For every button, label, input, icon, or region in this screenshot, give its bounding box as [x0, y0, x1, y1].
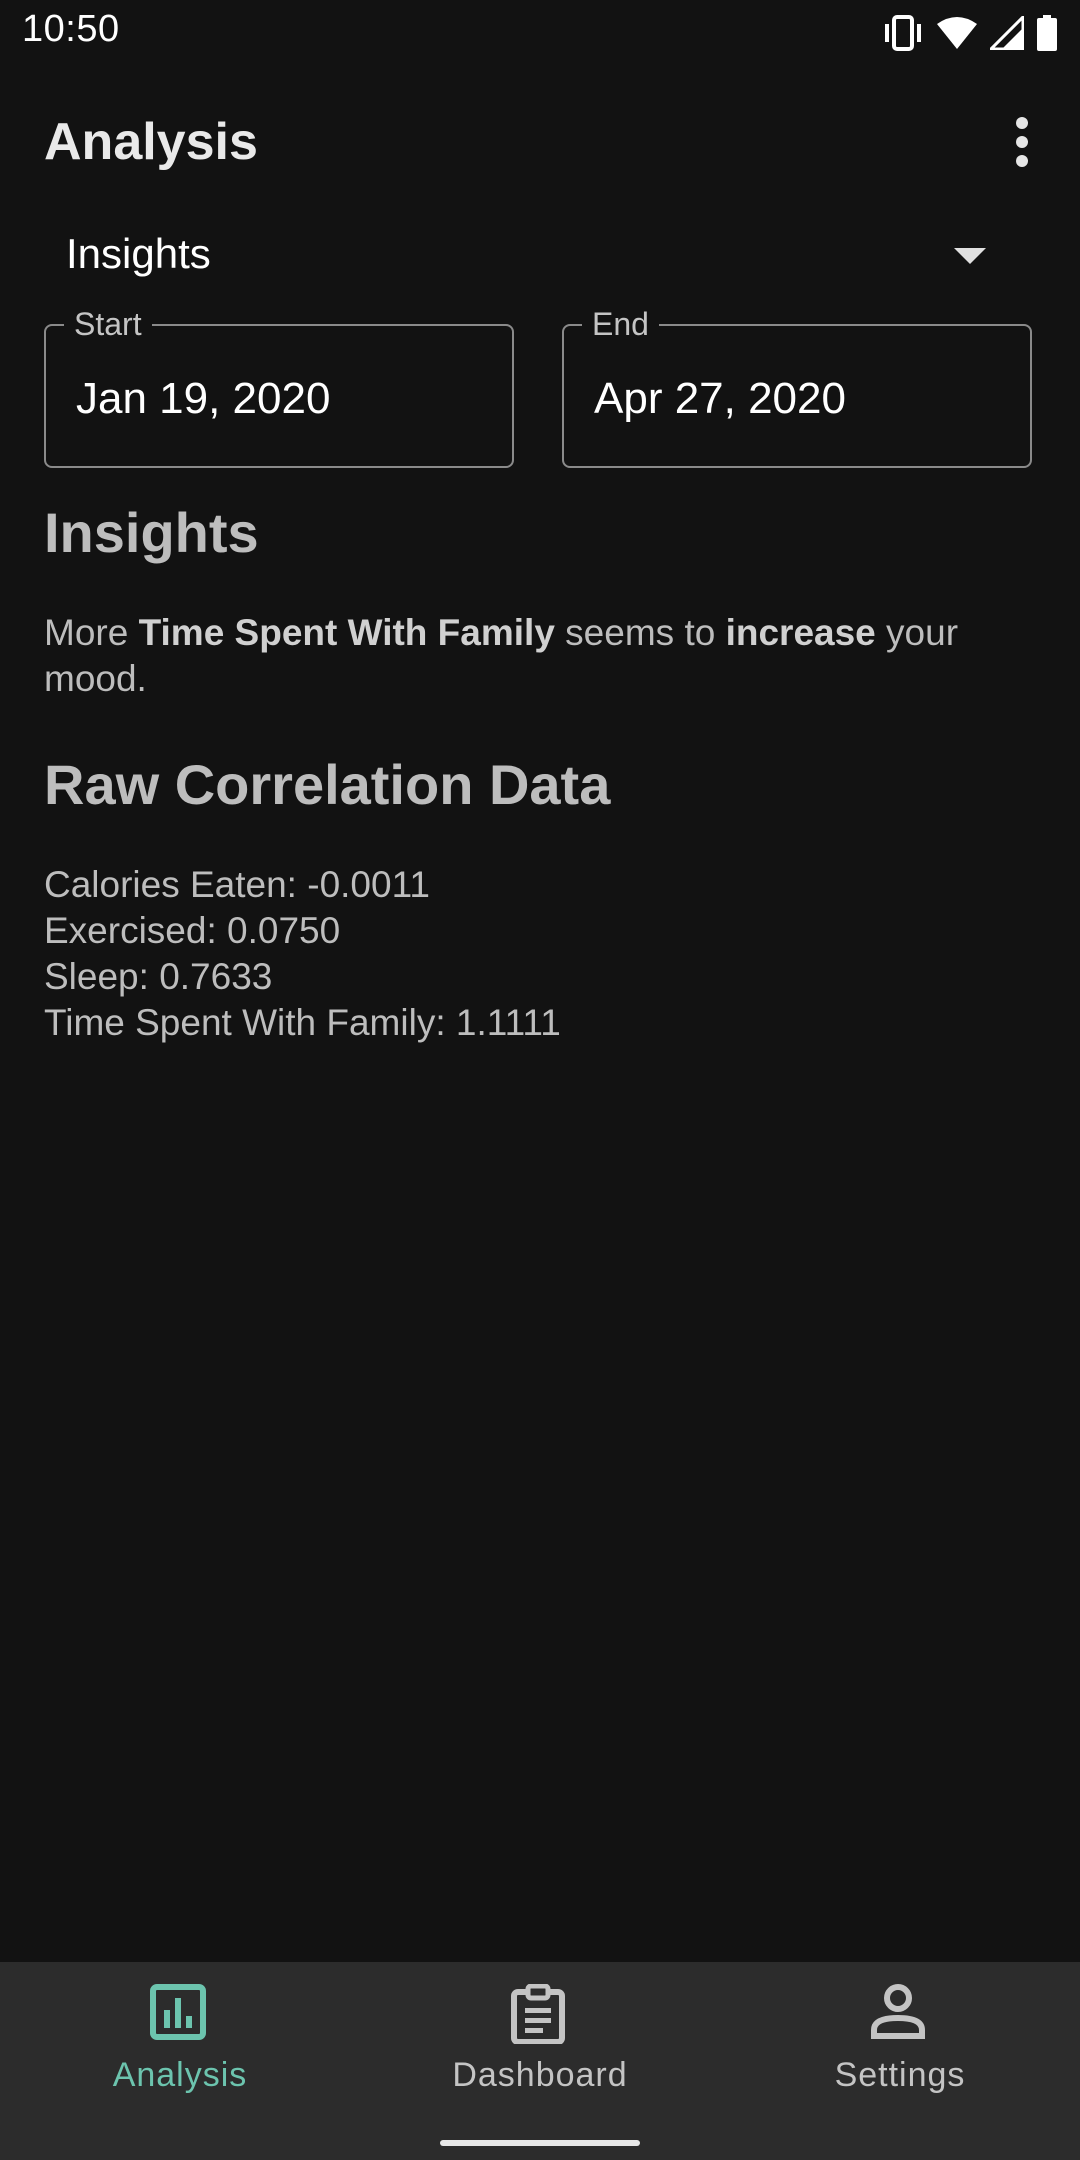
status-bar: 10:50	[0, 0, 1080, 66]
person-icon	[870, 1984, 926, 2044]
status-icons	[882, 12, 1058, 54]
end-date-value: Apr 27, 2020	[594, 374, 846, 423]
nav-item-settings[interactable]: Settings	[720, 1962, 1080, 2142]
wifi-icon	[936, 16, 978, 50]
start-date-field[interactable]: Start Jan 19, 2020	[44, 304, 514, 468]
dropdown-selected-value: Insights	[66, 230, 211, 277]
overflow-menu-button[interactable]	[984, 108, 1060, 180]
start-date-value: Jan 19, 2020	[76, 374, 331, 423]
insights-heading: Insights	[44, 501, 259, 564]
raw-correlation-heading: Raw Correlation Data	[44, 753, 611, 816]
insight-direction: increase	[725, 612, 876, 653]
insight-text-before: More	[44, 612, 139, 653]
list-item: Sleep: 0.7633	[44, 956, 273, 997]
page-title: Analysis	[44, 113, 258, 171]
signal-icon	[990, 16, 1024, 50]
more-vert-icon	[1014, 116, 1030, 172]
insight-text: More Time Spent With Family seems to inc…	[44, 610, 1034, 702]
nav-item-dashboard[interactable]: Dashboard	[360, 1962, 720, 2142]
analysis-type-dropdown[interactable]: Insights	[44, 214, 1006, 294]
vibrate-icon	[882, 15, 924, 51]
nav-label-dashboard: Dashboard	[452, 2056, 628, 2094]
list-item: Calories Eaten: -0.0011	[44, 864, 430, 905]
insight-factor: Time Spent With Family	[138, 612, 555, 653]
arrow-drop-down-icon	[954, 248, 986, 269]
start-date-label: Start	[64, 304, 152, 344]
nav-item-analysis[interactable]: Analysis	[0, 1962, 360, 2142]
insight-text-middle: seems to	[554, 612, 726, 653]
list-item: Exercised: 0.0750	[44, 910, 341, 951]
analysis-screen: 10:50 Analysis Insights Start Jan 19, 20…	[0, 0, 1080, 2160]
bottom-navigation: Analysis Dashboard Settings	[0, 1962, 1080, 2160]
clipboard-icon	[510, 1983, 566, 2045]
home-indicator[interactable]	[440, 2140, 640, 2146]
end-date-label: End	[582, 304, 659, 344]
list-item: Time Spent With Family: 1.1111	[44, 1002, 561, 1043]
end-date-field[interactable]: End Apr 27, 2020	[562, 304, 1032, 468]
status-time: 10:50	[22, 8, 120, 50]
raw-correlation-list: Calories Eaten: -0.0011 Exercised: 0.075…	[44, 862, 561, 1046]
nav-label-analysis: Analysis	[112, 2056, 248, 2094]
battery-icon	[1036, 15, 1058, 51]
nav-label-settings: Settings	[834, 2056, 966, 2094]
bar-chart-icon	[150, 1984, 206, 2044]
